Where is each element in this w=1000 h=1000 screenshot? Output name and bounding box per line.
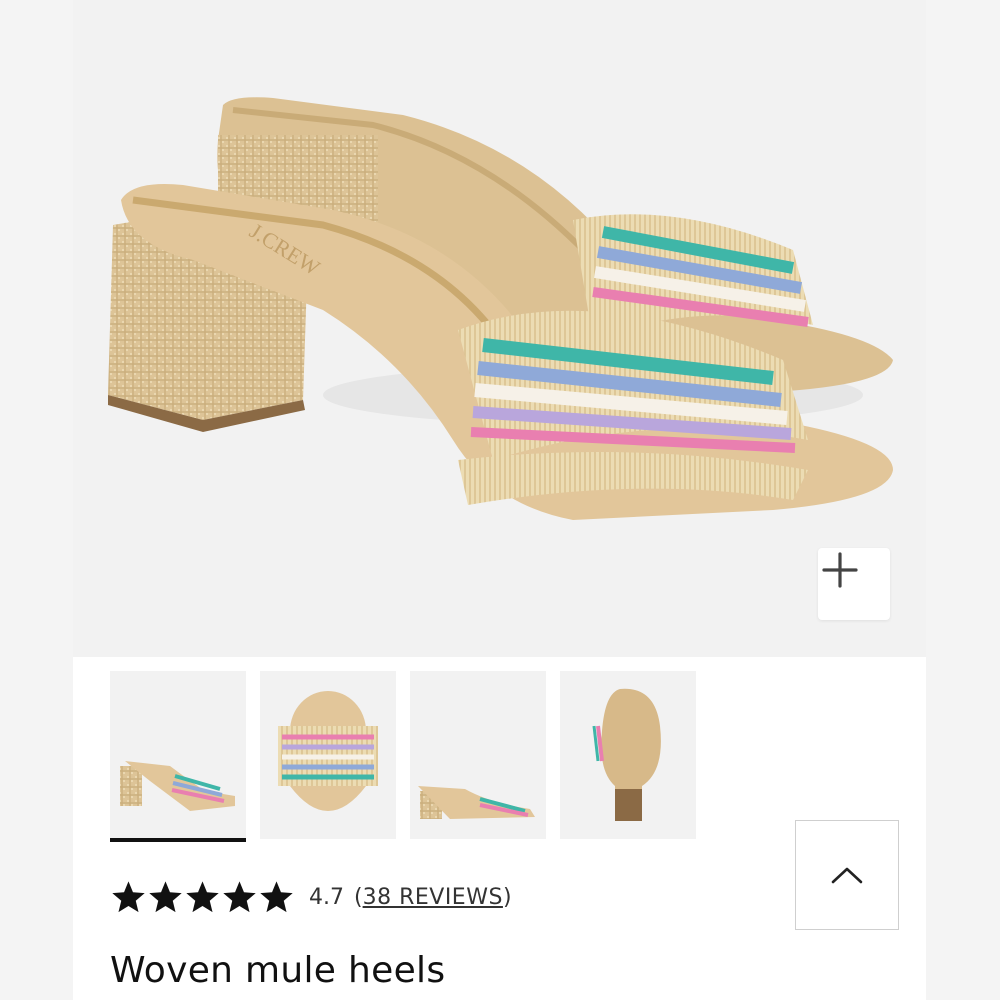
star-rating <box>110 879 295 916</box>
plus-icon <box>822 552 858 588</box>
thumbnail-profile-view[interactable] <box>410 671 546 839</box>
product-rating: 4.7 ( 38 REVIEWS ) <box>110 874 512 920</box>
chevron-up-icon <box>831 867 863 884</box>
star-icon <box>223 880 256 912</box>
star-icon <box>260 880 293 912</box>
right-gutter <box>926 0 1000 1000</box>
product-card: J.CREW 4.7 (38 REVIEWS) Woven mule hee… <box>73 0 926 1000</box>
zoom-button[interactable] <box>818 548 890 620</box>
thumbnail-top-view[interactable] <box>260 671 396 839</box>
thumbnail-strip <box>110 671 710 843</box>
scroll-to-top-button[interactable] <box>795 820 899 930</box>
rating-value: 4.7 <box>309 884 344 910</box>
star-icon <box>149 880 182 912</box>
thumbnail-side-view[interactable] <box>110 671 246 839</box>
close-paren: ) <box>502 884 512 910</box>
thumbnail-sole-view[interactable] <box>560 671 696 839</box>
mule-sandals-illustration: J.CREW <box>108 97 893 520</box>
main-product-image[interactable]: J.CREW <box>73 0 926 657</box>
star-icon <box>112 880 145 912</box>
star-icon <box>186 880 219 912</box>
active-thumbnail-indicator <box>110 838 246 842</box>
product-title: Woven mule heels <box>110 950 446 991</box>
open-paren: ( <box>354 884 363 910</box>
left-gutter <box>0 0 73 1000</box>
reviews-link[interactable]: 38 REVIEWS <box>363 885 503 910</box>
